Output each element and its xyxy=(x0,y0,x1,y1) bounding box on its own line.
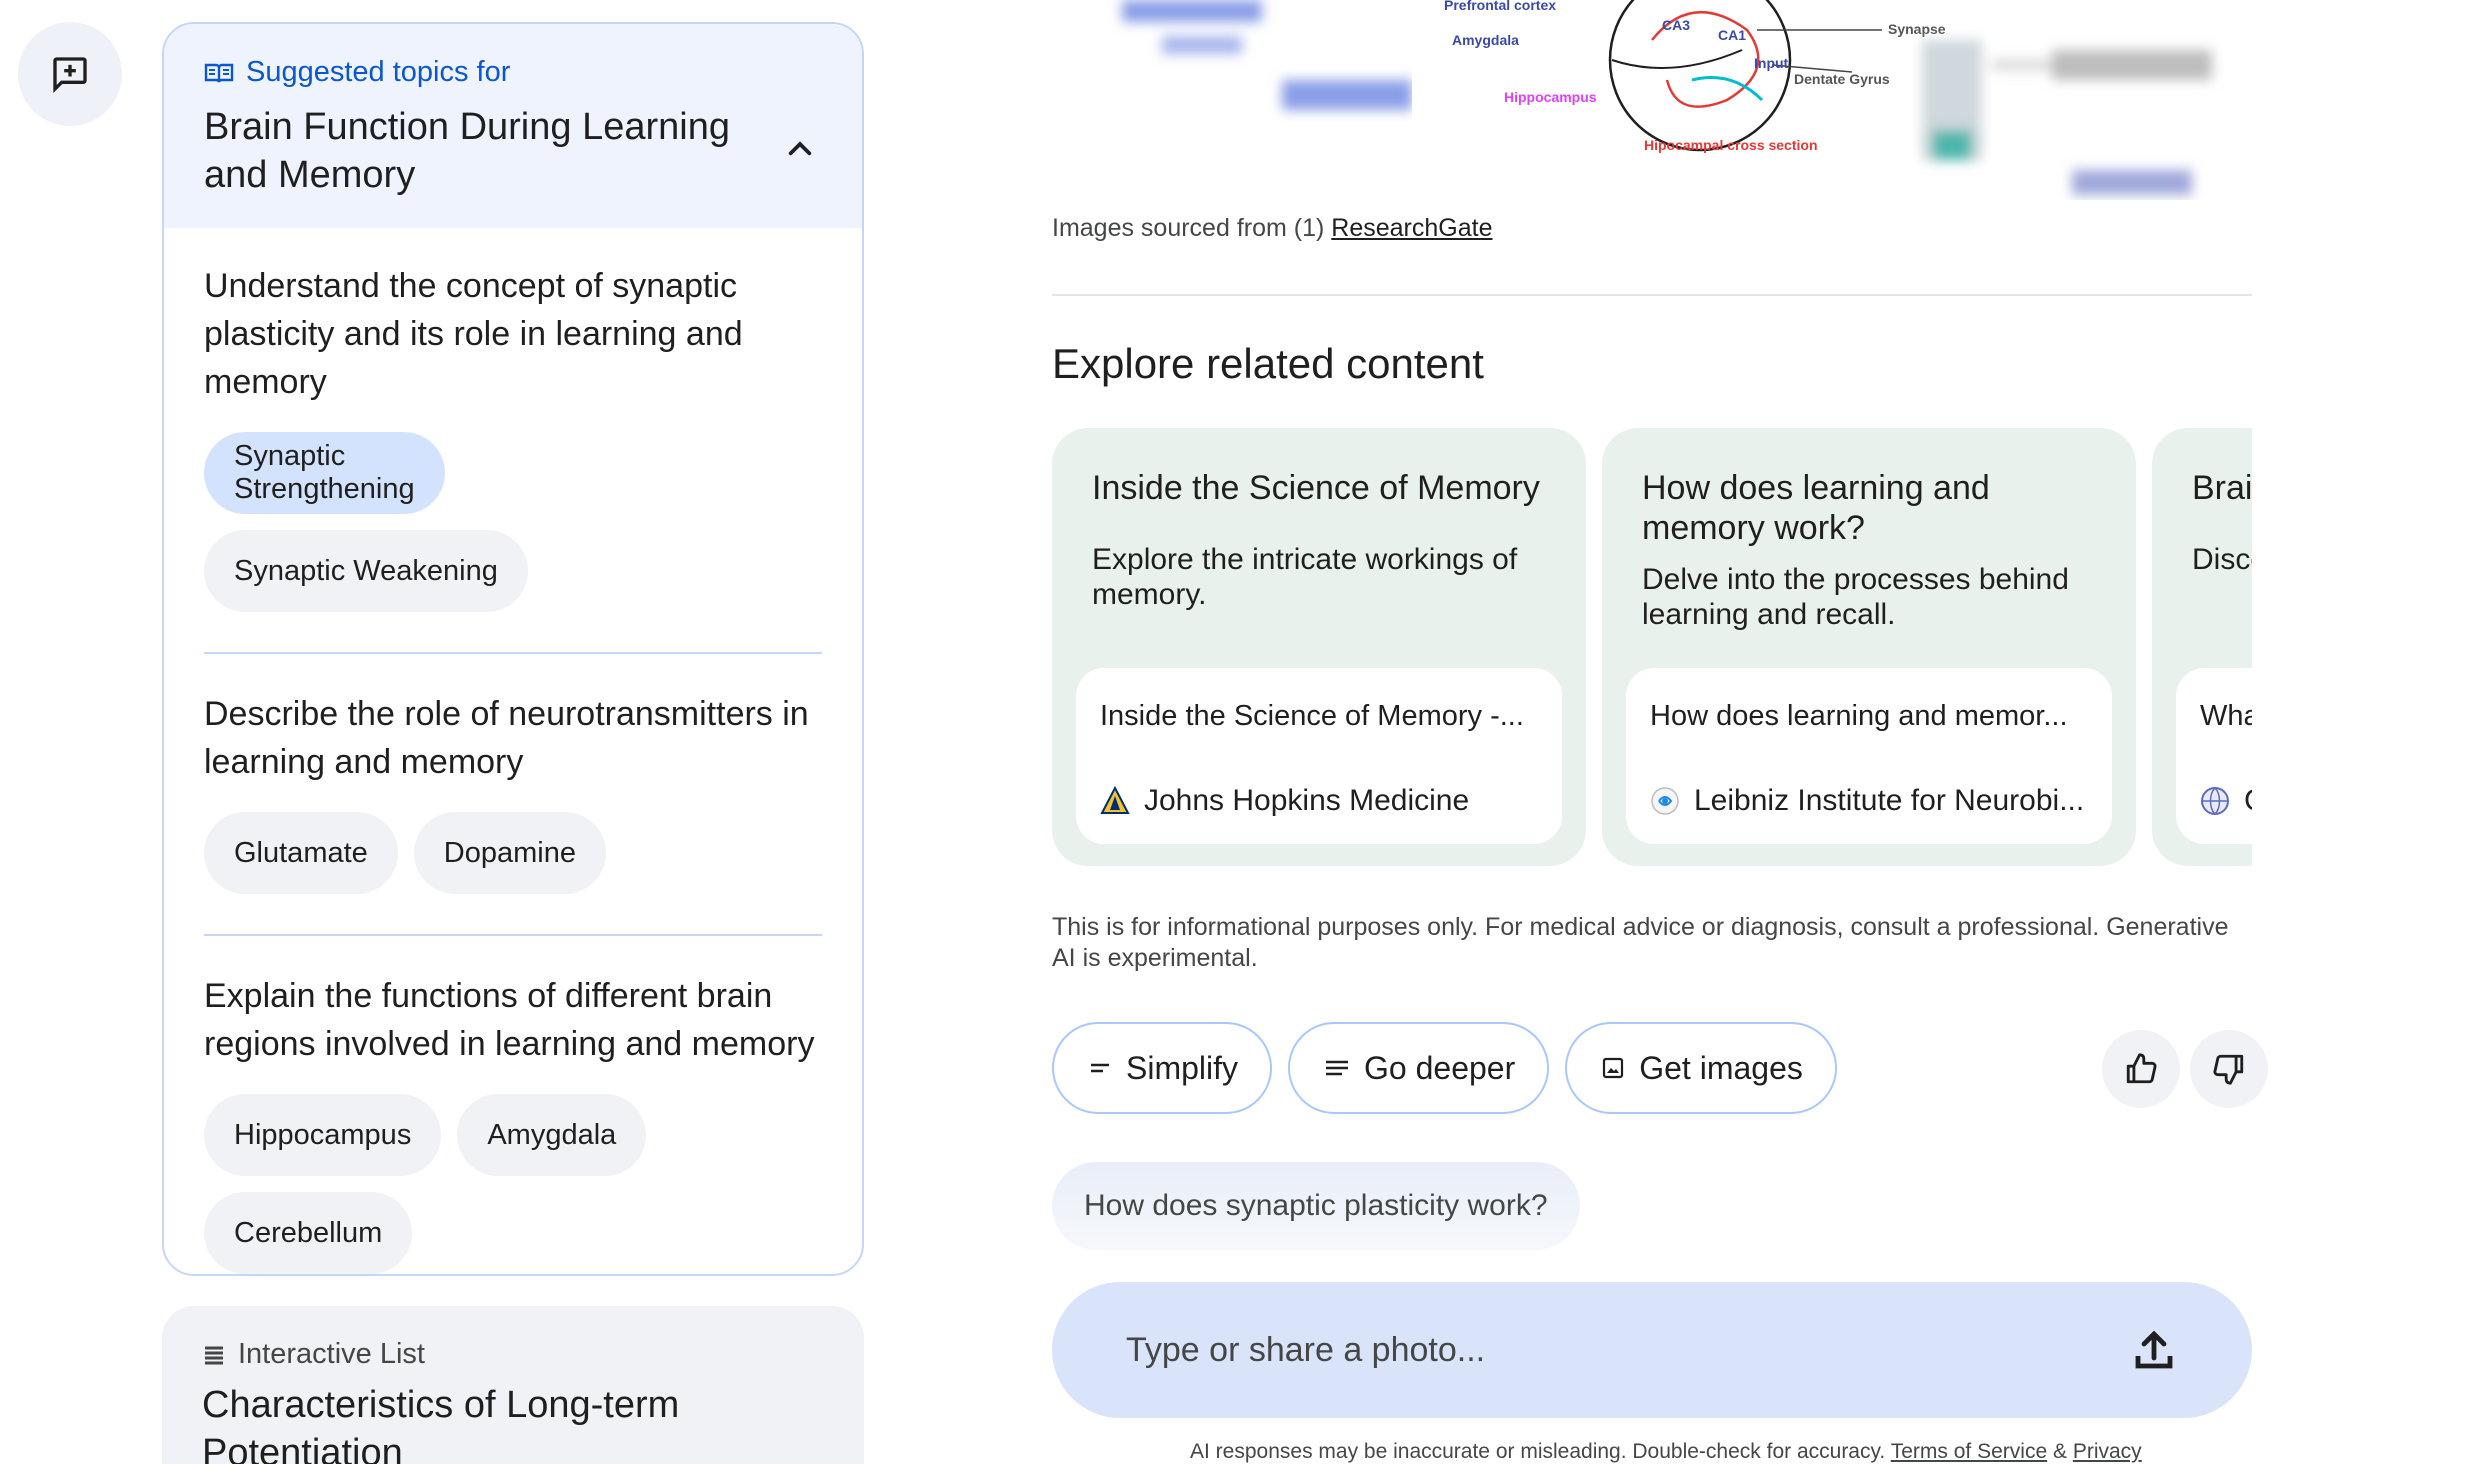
image-icon xyxy=(1603,1057,1624,1079)
go-deeper-label: Go deeper xyxy=(1364,1049,1516,1086)
terms-link[interactable]: Terms of Service xyxy=(1891,1440,2047,1463)
prompt-input[interactable] xyxy=(1126,1330,2106,1370)
kicker-label: Suggested topics for xyxy=(246,56,511,88)
related-source[interactable]: Inside the Science of Memory -... Johns … xyxy=(1076,668,1562,844)
book-icon xyxy=(204,63,234,83)
get-images-button[interactable]: Get images xyxy=(1565,1022,1837,1114)
image-source-caption: Images sourced from (1) ResearchGate xyxy=(1052,214,1492,243)
topic-section: Understand the concept of synaptic plast… xyxy=(204,262,822,652)
response-actions: Simplify Go deeper Get images xyxy=(1052,1022,1837,1114)
topic-chip-synaptic-weakening[interactable]: Synaptic Weakening xyxy=(204,530,528,612)
chevron-up-icon[interactable] xyxy=(784,132,816,164)
suggested-topics-card: Suggested topics for Brain Function Duri… xyxy=(162,22,864,1276)
topics-title: Brain Function During Learning and Memor… xyxy=(204,106,730,196)
thumbs-up-icon xyxy=(2126,1053,2157,1084)
diagram-label: Input xyxy=(1754,55,1789,71)
thumbs-down-icon xyxy=(2213,1054,2244,1085)
diagram-label: CA1 xyxy=(1718,27,1746,43)
topic-question: Understand the concept of synaptic plast… xyxy=(204,267,743,401)
long-text-icon xyxy=(1326,1060,1349,1076)
medical-disclaimer: This is for informational purposes only.… xyxy=(1052,913,2229,972)
source-site-label: Leibniz Institute for Neurobi... xyxy=(1694,784,2085,817)
source-site-label: Johns Hopkins Medicine xyxy=(1144,784,1470,817)
blurred-thumbnail-left xyxy=(1122,0,1412,110)
topic-section: Explain the functions of different brain… xyxy=(204,934,822,1274)
topic-chip-cerebellum[interactable]: Cerebellum xyxy=(204,1192,413,1274)
related-card-desc: Disco as yo xyxy=(2192,543,2252,576)
topic-chip-synaptic-strengthening[interactable]: Synaptic Strengthening xyxy=(204,432,445,514)
interactive-list-card[interactable]: Interactive List Characteristics of Long… xyxy=(162,1306,864,1464)
upload-icon[interactable] xyxy=(2130,1326,2178,1374)
get-images-label: Get images xyxy=(1639,1049,1803,1086)
suggested-topics-header[interactable]: Suggested topics for Brain Function Duri… xyxy=(164,24,862,228)
blurred-thumbnail-right xyxy=(1922,40,2212,195)
source-site-label: C xyxy=(2244,784,2252,818)
footer-text: AI responses may be inaccurate or mislea… xyxy=(1190,1440,1886,1463)
related-card[interactable]: Inside the Science of Memory Explore the… xyxy=(1052,428,1586,866)
suggested-topics-kicker: Suggested topics for xyxy=(204,56,822,89)
go-deeper-button[interactable]: Go deeper xyxy=(1288,1022,1550,1114)
source-site: Leibniz Institute for Neurobi... xyxy=(1650,784,2084,818)
divider xyxy=(1052,294,2252,296)
topic-section: Describe the role of neurotransmitters i… xyxy=(204,652,822,934)
interactive-list-kicker: Interactive List xyxy=(202,1338,824,1371)
new-chat-button[interactable] xyxy=(18,22,122,126)
related-source[interactable]: Wha C xyxy=(2176,668,2252,844)
source-title: How does learning and memor... xyxy=(1650,700,2068,732)
topic-chip-amygdala[interactable]: Amygdala xyxy=(457,1094,647,1176)
composer xyxy=(1052,1282,2252,1418)
johns-hopkins-logo-icon xyxy=(1100,786,1130,814)
related-card-desc: Delve into the processes behind learning… xyxy=(1642,563,2069,631)
globe-icon xyxy=(2201,787,2229,815)
related-card-title: Inside the Science of Memory xyxy=(1092,469,1540,507)
thumbs-up-button[interactable] xyxy=(2102,1030,2180,1108)
diagram-label: Hipocampal cross section xyxy=(1644,137,1818,153)
source-title: Wha xyxy=(2200,700,2252,732)
source-site: C xyxy=(2200,784,2252,818)
researchgate-link[interactable]: ResearchGate xyxy=(1331,214,1492,242)
caption-prefix: Images sourced from (1) xyxy=(1052,214,1325,242)
list-title: Characteristics of Long-term Potentiatio… xyxy=(202,1384,680,1464)
source-site: Johns Hopkins Medicine xyxy=(1100,784,1469,818)
related-card-title: Brai xyxy=(2192,469,2252,507)
diagram-label: Amygdala xyxy=(1452,32,1519,48)
short-text-icon xyxy=(1091,1063,1109,1073)
privacy-link[interactable]: Privacy xyxy=(2073,1440,2142,1463)
simplify-label: Simplify xyxy=(1126,1049,1239,1086)
leibniz-institute-logo-icon xyxy=(1651,787,1679,815)
related-card-title: How does learning and memory work? xyxy=(1642,469,1990,547)
topic-question: Describe the role of neurotransmitters i… xyxy=(204,695,809,781)
diagram-label: CA3 xyxy=(1662,17,1690,33)
new-chat-icon xyxy=(53,57,87,94)
simplify-button[interactable]: Simplify xyxy=(1052,1022,1273,1114)
topic-chip-dopamine[interactable]: Dopamine xyxy=(413,812,606,894)
related-card[interactable]: How does learning and memory work? Delve… xyxy=(1602,428,2136,866)
topic-chip-glutamate[interactable]: Glutamate xyxy=(204,812,398,894)
related-source[interactable]: How does learning and memor... Leibniz I… xyxy=(1626,668,2112,844)
footer-ampersand: & xyxy=(2052,1440,2067,1463)
explore-title: Explore related content xyxy=(1052,340,1484,387)
footer-disclaimer: AI responses may be inaccurate or mislea… xyxy=(1190,1440,2142,1464)
related-card[interactable]: Brai Disco as yo Wha C xyxy=(2152,428,2252,866)
suggested-question-chip[interactable]: How does synaptic plasticity work? xyxy=(1052,1162,1580,1250)
diagram-label: Prefrontal cortex xyxy=(1444,0,1556,13)
topic-chip-hippocampus[interactable]: Hippocampus xyxy=(204,1094,442,1176)
list-kicker-label: Interactive List xyxy=(238,1338,425,1370)
image-strip[interactable]: Prefrontal cortex Amygdala Hippocampus C… xyxy=(1052,0,2252,200)
thumbs-down-button[interactable] xyxy=(2190,1030,2268,1108)
diagram-label: Synapse xyxy=(1888,21,1946,37)
topic-question: Explain the functions of different brain… xyxy=(204,977,815,1063)
related-content-carousel[interactable]: Inside the Science of Memory Explore the… xyxy=(1052,428,2252,866)
diagram-label: Dentate Gyrus xyxy=(1794,71,1890,87)
list-icon xyxy=(205,1346,223,1364)
related-card-desc: Explore the intricate workings of memory… xyxy=(1092,543,1518,611)
diagram-label: Hippocampus xyxy=(1504,89,1597,105)
source-title: Inside the Science of Memory -... xyxy=(1100,700,1524,732)
